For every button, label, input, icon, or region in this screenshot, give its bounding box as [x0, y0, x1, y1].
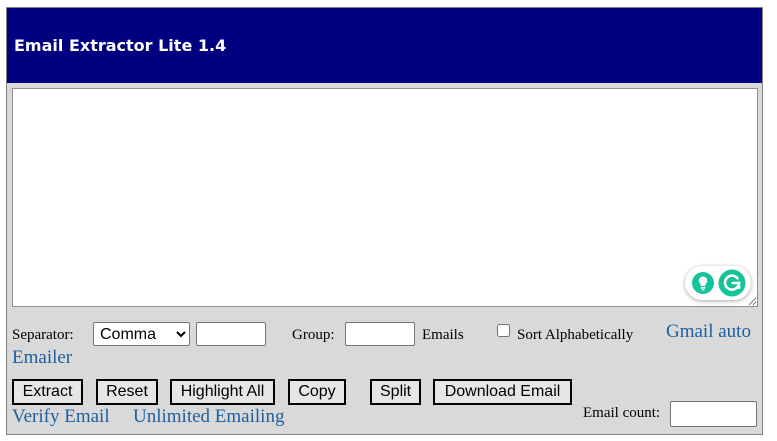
- gmail-auto-emailer-link-continued[interactable]: Emailer: [12, 347, 72, 369]
- email-count-field[interactable]: [670, 401, 757, 427]
- custom-separator-input[interactable]: [196, 322, 266, 346]
- title-bar: Email Extractor Lite 1.4: [7, 8, 762, 83]
- separator-select[interactable]: Comma: [93, 322, 190, 346]
- grammarly-icon[interactable]: [718, 269, 746, 297]
- lightbulb-icon[interactable]: [691, 271, 715, 295]
- verify-email-link[interactable]: Verify Email: [12, 406, 110, 428]
- separator-label: Separator:: [12, 327, 74, 343]
- grammarly-widget[interactable]: [685, 266, 751, 300]
- extractor-panel: Email Extractor Lite 1.4 Separator: Comm…: [6, 7, 763, 435]
- copy-button[interactable]: Copy: [288, 379, 346, 405]
- group-label: Group:: [292, 327, 335, 343]
- email-count-label: Email count:: [583, 405, 661, 421]
- email-text-input[interactable]: [12, 88, 758, 307]
- emails-label: Emails: [422, 327, 464, 343]
- input-area: [12, 88, 758, 307]
- unlimited-emailing-link[interactable]: Unlimited Emailing: [133, 406, 284, 428]
- download-email-button[interactable]: Download Email: [433, 379, 572, 405]
- highlight-all-button[interactable]: Highlight All: [170, 379, 275, 405]
- reset-button[interactable]: Reset: [96, 379, 158, 405]
- extract-button[interactable]: Extract: [12, 379, 83, 405]
- sort-alphabetically-checkbox[interactable]: [497, 324, 510, 337]
- gmail-auto-emailer-link[interactable]: Gmail auto: [666, 321, 751, 343]
- app-title: Email Extractor Lite 1.4: [14, 36, 227, 55]
- options-row: Separator: Comma Group: Emails Sort Alph…: [12, 321, 758, 349]
- group-size-input[interactable]: [345, 322, 415, 346]
- sort-alphabetically-label: Sort Alphabetically: [517, 327, 634, 343]
- split-button[interactable]: Split: [370, 379, 421, 405]
